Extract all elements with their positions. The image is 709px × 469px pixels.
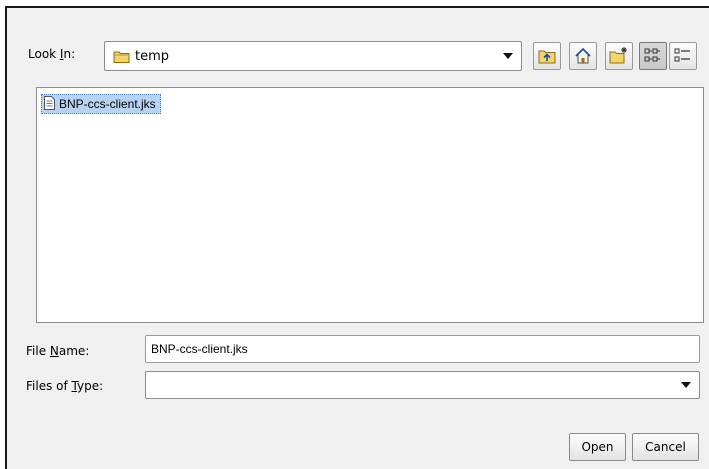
file-chooser-dialog: Look In: temp BNP-ccs-client.jks File Na… [5, 6, 709, 469]
details-view-button[interactable] [669, 42, 697, 70]
files-of-type-dropdown-arrow[interactable] [677, 372, 695, 398]
files-of-type-label: Files of Type: [26, 379, 104, 393]
look-in-value: temp [135, 49, 170, 64]
chevron-down-icon [681, 382, 691, 388]
list-view-button[interactable] [639, 42, 667, 70]
new-folder-icon [609, 47, 627, 64]
file-icon [44, 95, 55, 113]
file-name-text: BNP-ccs-client.jks [59, 97, 156, 111]
chevron-down-icon [503, 53, 513, 59]
home-button[interactable] [569, 42, 597, 70]
folder-up-icon [538, 50, 556, 64]
list-item[interactable]: BNP-ccs-client.jks [41, 94, 161, 114]
files-of-type-combobox[interactable] [145, 371, 700, 399]
look-in-dropdown-arrow[interactable] [499, 42, 517, 70]
folder-icon [113, 49, 131, 67]
up-one-level-button[interactable] [533, 42, 561, 70]
cancel-button[interactable]: Cancel [632, 433, 699, 461]
file-list[interactable]: BNP-ccs-client.jks [36, 87, 704, 323]
details-view-icon [674, 48, 690, 62]
look-in-label: Look In: [28, 47, 76, 61]
file-name-input[interactable]: BNP-ccs-client.jks [145, 335, 700, 363]
home-icon [575, 47, 591, 64]
look-in-combobox[interactable]: temp [104, 41, 522, 71]
new-folder-button[interactable] [605, 42, 633, 70]
open-button[interactable]: Open [569, 433, 626, 461]
list-view-icon [644, 48, 660, 62]
file-name-label: File Name: [26, 344, 90, 358]
file-name-value: BNP-ccs-client.jks [151, 342, 248, 356]
